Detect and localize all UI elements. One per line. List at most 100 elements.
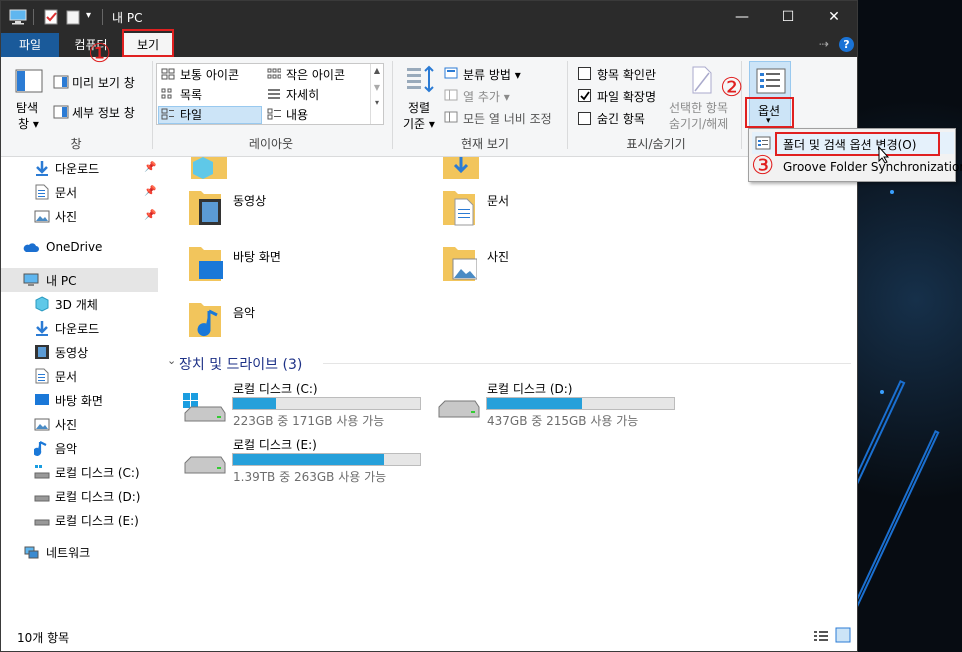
details-pane-button[interactable]: 세부 정보 창 [72, 104, 135, 121]
windows-drive-icon[interactable] [181, 391, 227, 425]
scroll-up-icon[interactable]: ▲ [371, 66, 383, 75]
nav-item-desktop[interactable]: 바탕 화면 [1, 388, 158, 412]
documents-folder-icon [443, 191, 475, 226]
tab-file[interactable]: 파일 [1, 33, 59, 57]
nav-pane-label-line2[interactable]: 창 ▾ [18, 115, 39, 132]
customize-toolbar-icon[interactable]: ▾ [86, 10, 91, 21]
nav-item-quick-pictures[interactable]: 사진 📌 [1, 204, 158, 228]
minimize-button[interactable]: — [719, 1, 765, 33]
nav-item-quick-documents[interactable]: 문서 📌 [1, 180, 158, 204]
folder-pictures[interactable] [441, 243, 478, 283]
item-checkboxes-checkbox[interactable] [578, 67, 591, 80]
folder-desktop-label[interactable]: 바탕 화면 [233, 248, 281, 265]
nav-item-quick-downloads[interactable]: 다운로드 📌 [1, 156, 158, 180]
nav-item-drive-e[interactable]: 로컬 디스크 (E:) [1, 508, 158, 532]
preview-pane-button[interactable]: 미리 보기 창 [72, 74, 135, 91]
document-icon [35, 184, 49, 200]
preview-pane-icon[interactable] [53, 75, 69, 89]
nav-pane-label-line1[interactable]: 탐색 [16, 99, 38, 116]
nav-item-network[interactable]: 네트워크 [1, 540, 158, 564]
pin-icon[interactable]: 📌 [144, 186, 156, 197]
desktop-decoration [880, 390, 884, 394]
file-extensions-label[interactable]: 파일 확장명 [597, 88, 656, 105]
small-icons-icon [267, 68, 281, 79]
folder-videos[interactable] [187, 187, 223, 227]
fit-columns-button[interactable]: 모든 열 너비 조정 [463, 110, 552, 127]
nav-item-videos[interactable]: 동영상 [1, 340, 158, 364]
group-by-icon [444, 67, 458, 79]
layout-small-icons[interactable]: 작은 아이콘 [286, 66, 345, 83]
folder-pictures-label[interactable]: 사진 [487, 248, 509, 265]
drive-d-icon[interactable] [435, 397, 481, 425]
hidden-items-label[interactable]: 숨긴 항목 [597, 110, 645, 127]
nav-item-3d-objects[interactable]: 3D 개체 [1, 292, 158, 316]
navigation-pane-icon[interactable] [15, 69, 43, 93]
large-icons-view-icon[interactable] [835, 627, 851, 643]
desktop-folder-icon [189, 247, 223, 281]
groove-folder-sync-item[interactable]: Groove Folder Synchronization [783, 160, 962, 174]
hide-selected-line2[interactable]: 숨기기/해제 [669, 115, 728, 132]
sort-by-line1[interactable]: 정렬 [408, 99, 430, 116]
drive-e-usage-fill [233, 454, 385, 465]
details-view-icon[interactable] [813, 629, 829, 643]
3d-objects-folder-icon[interactable] [191, 157, 227, 179]
group-label-layout: 레이아웃 [248, 137, 294, 151]
folder-videos-label[interactable]: 동영상 [233, 192, 266, 209]
layout-details[interactable]: 자세히 [286, 86, 319, 103]
drive-e-icon[interactable] [181, 453, 227, 481]
drive-c-name[interactable]: 로컬 디스크 (C:) [233, 380, 318, 397]
nav-item-this-pc[interactable]: 내 PC [1, 268, 158, 292]
divider [102, 9, 103, 25]
scroll-down-icon[interactable]: ▼ [371, 83, 383, 92]
properties-icon[interactable] [43, 9, 59, 25]
close-button[interactable]: ✕ [811, 1, 857, 33]
downloads-folder-icon[interactable] [443, 157, 479, 179]
layout-tiles[interactable]: 타일 [180, 106, 202, 123]
pictures-icon [34, 210, 50, 223]
desktop-background [856, 0, 962, 652]
sort-by-icon[interactable] [405, 65, 437, 95]
tiles-icon [161, 108, 174, 120]
gallery-scrollbar[interactable]: ▲ ▼ ▾ [370, 64, 383, 124]
nav-item-pictures[interactable]: 사진 [1, 412, 158, 436]
layout-medium-icons[interactable]: 보통 아이콘 [180, 66, 239, 83]
gallery-expand-icon[interactable]: ▾ [371, 98, 383, 107]
mouse-cursor-icon [878, 146, 890, 164]
pin-icon[interactable]: 📌 [144, 162, 156, 173]
nav-item-onedrive[interactable]: OneDrive [1, 236, 158, 260]
group-by-button[interactable]: 분류 방법 ▾ [463, 66, 521, 83]
hidden-items-checkbox[interactable] [578, 112, 591, 125]
nav-item-music[interactable]: 음악 [1, 436, 158, 460]
pin-ribbon-icon[interactable]: ⇢ [819, 37, 829, 51]
collapse-chevron-icon[interactable]: ⌄ [167, 354, 176, 367]
drive-e-name[interactable]: 로컬 디스크 (E:) [233, 436, 317, 453]
item-checkboxes-label[interactable]: 항목 확인란 [597, 66, 656, 83]
folder-documents-label[interactable]: 문서 [487, 192, 509, 209]
desktop-decoration [890, 190, 894, 194]
pin-icon[interactable]: 📌 [144, 210, 156, 221]
video-icon [35, 345, 49, 359]
annotation-number-3: ③ [751, 151, 775, 181]
nav-item-downloads[interactable]: 다운로드 [1, 316, 158, 340]
layout-content[interactable]: 내용 [286, 106, 308, 123]
drive-d-usage-fill [487, 398, 583, 409]
folder-documents[interactable] [441, 187, 477, 227]
nav-item-documents[interactable]: 문서 [1, 364, 158, 388]
file-extensions-checkbox[interactable] [578, 89, 591, 102]
layout-list[interactable]: 목록 [180, 86, 202, 103]
sort-by-line2[interactable]: 기준 ▾ [403, 115, 435, 132]
nav-item-drive-c[interactable]: 로컬 디스크 (C:) [1, 460, 158, 484]
folder-desktop[interactable] [187, 243, 223, 283]
drive-d-name[interactable]: 로컬 디스크 (D:) [487, 380, 572, 397]
new-folder-icon[interactable] [65, 9, 81, 25]
nav-item-drive-d[interactable]: 로컬 디스크 (D:) [1, 484, 158, 508]
devices-section-header[interactable]: 장치 및 드라이브 (3) [179, 354, 302, 374]
hide-selected-icon[interactable] [691, 65, 713, 95]
maximize-button[interactable]: ☐ [765, 1, 811, 33]
folder-music[interactable] [187, 299, 223, 339]
add-columns-button[interactable]: 열 추가 ▾ [463, 88, 510, 105]
help-icon[interactable]: ? [839, 37, 854, 52]
folder-music-label[interactable]: 음악 [233, 304, 255, 321]
details-pane-icon[interactable] [53, 105, 69, 119]
annotation-number-2: ② [720, 73, 744, 103]
